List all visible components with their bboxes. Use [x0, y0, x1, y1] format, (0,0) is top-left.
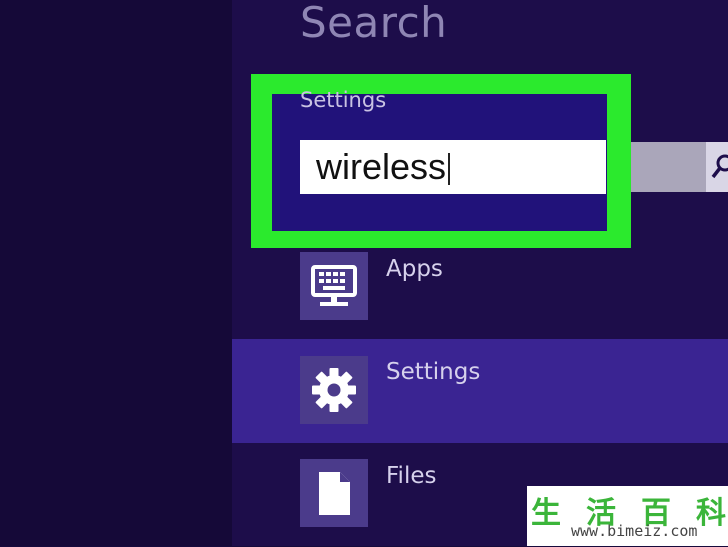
watermark-url: www.bimeiz.com — [571, 522, 698, 540]
search-button[interactable] — [706, 142, 728, 192]
watermark-char: 科 — [696, 496, 726, 531]
page-title: Search — [300, 0, 448, 47]
magnifier-icon — [711, 154, 728, 179]
result-label: Files — [386, 463, 437, 489]
search-query-text: wireless — [316, 146, 447, 187]
watermark: 生 活 百 科 www.bimeiz.com — [527, 486, 728, 546]
document-icon — [300, 459, 368, 527]
left-pane — [0, 0, 232, 546]
search-scope-label: Settings — [300, 88, 387, 112]
search-input[interactable]: wireless — [300, 140, 606, 194]
text-caret — [448, 153, 451, 186]
watermark-char: 生 — [531, 496, 561, 531]
result-label: Apps — [386, 256, 443, 282]
monitor-keyboard-icon — [300, 252, 368, 320]
result-label: Settings — [386, 359, 481, 385]
gear-icon — [300, 356, 368, 424]
search-result-settings[interactable]: Settings — [232, 339, 728, 443]
search-result-apps[interactable]: Apps — [232, 236, 728, 340]
